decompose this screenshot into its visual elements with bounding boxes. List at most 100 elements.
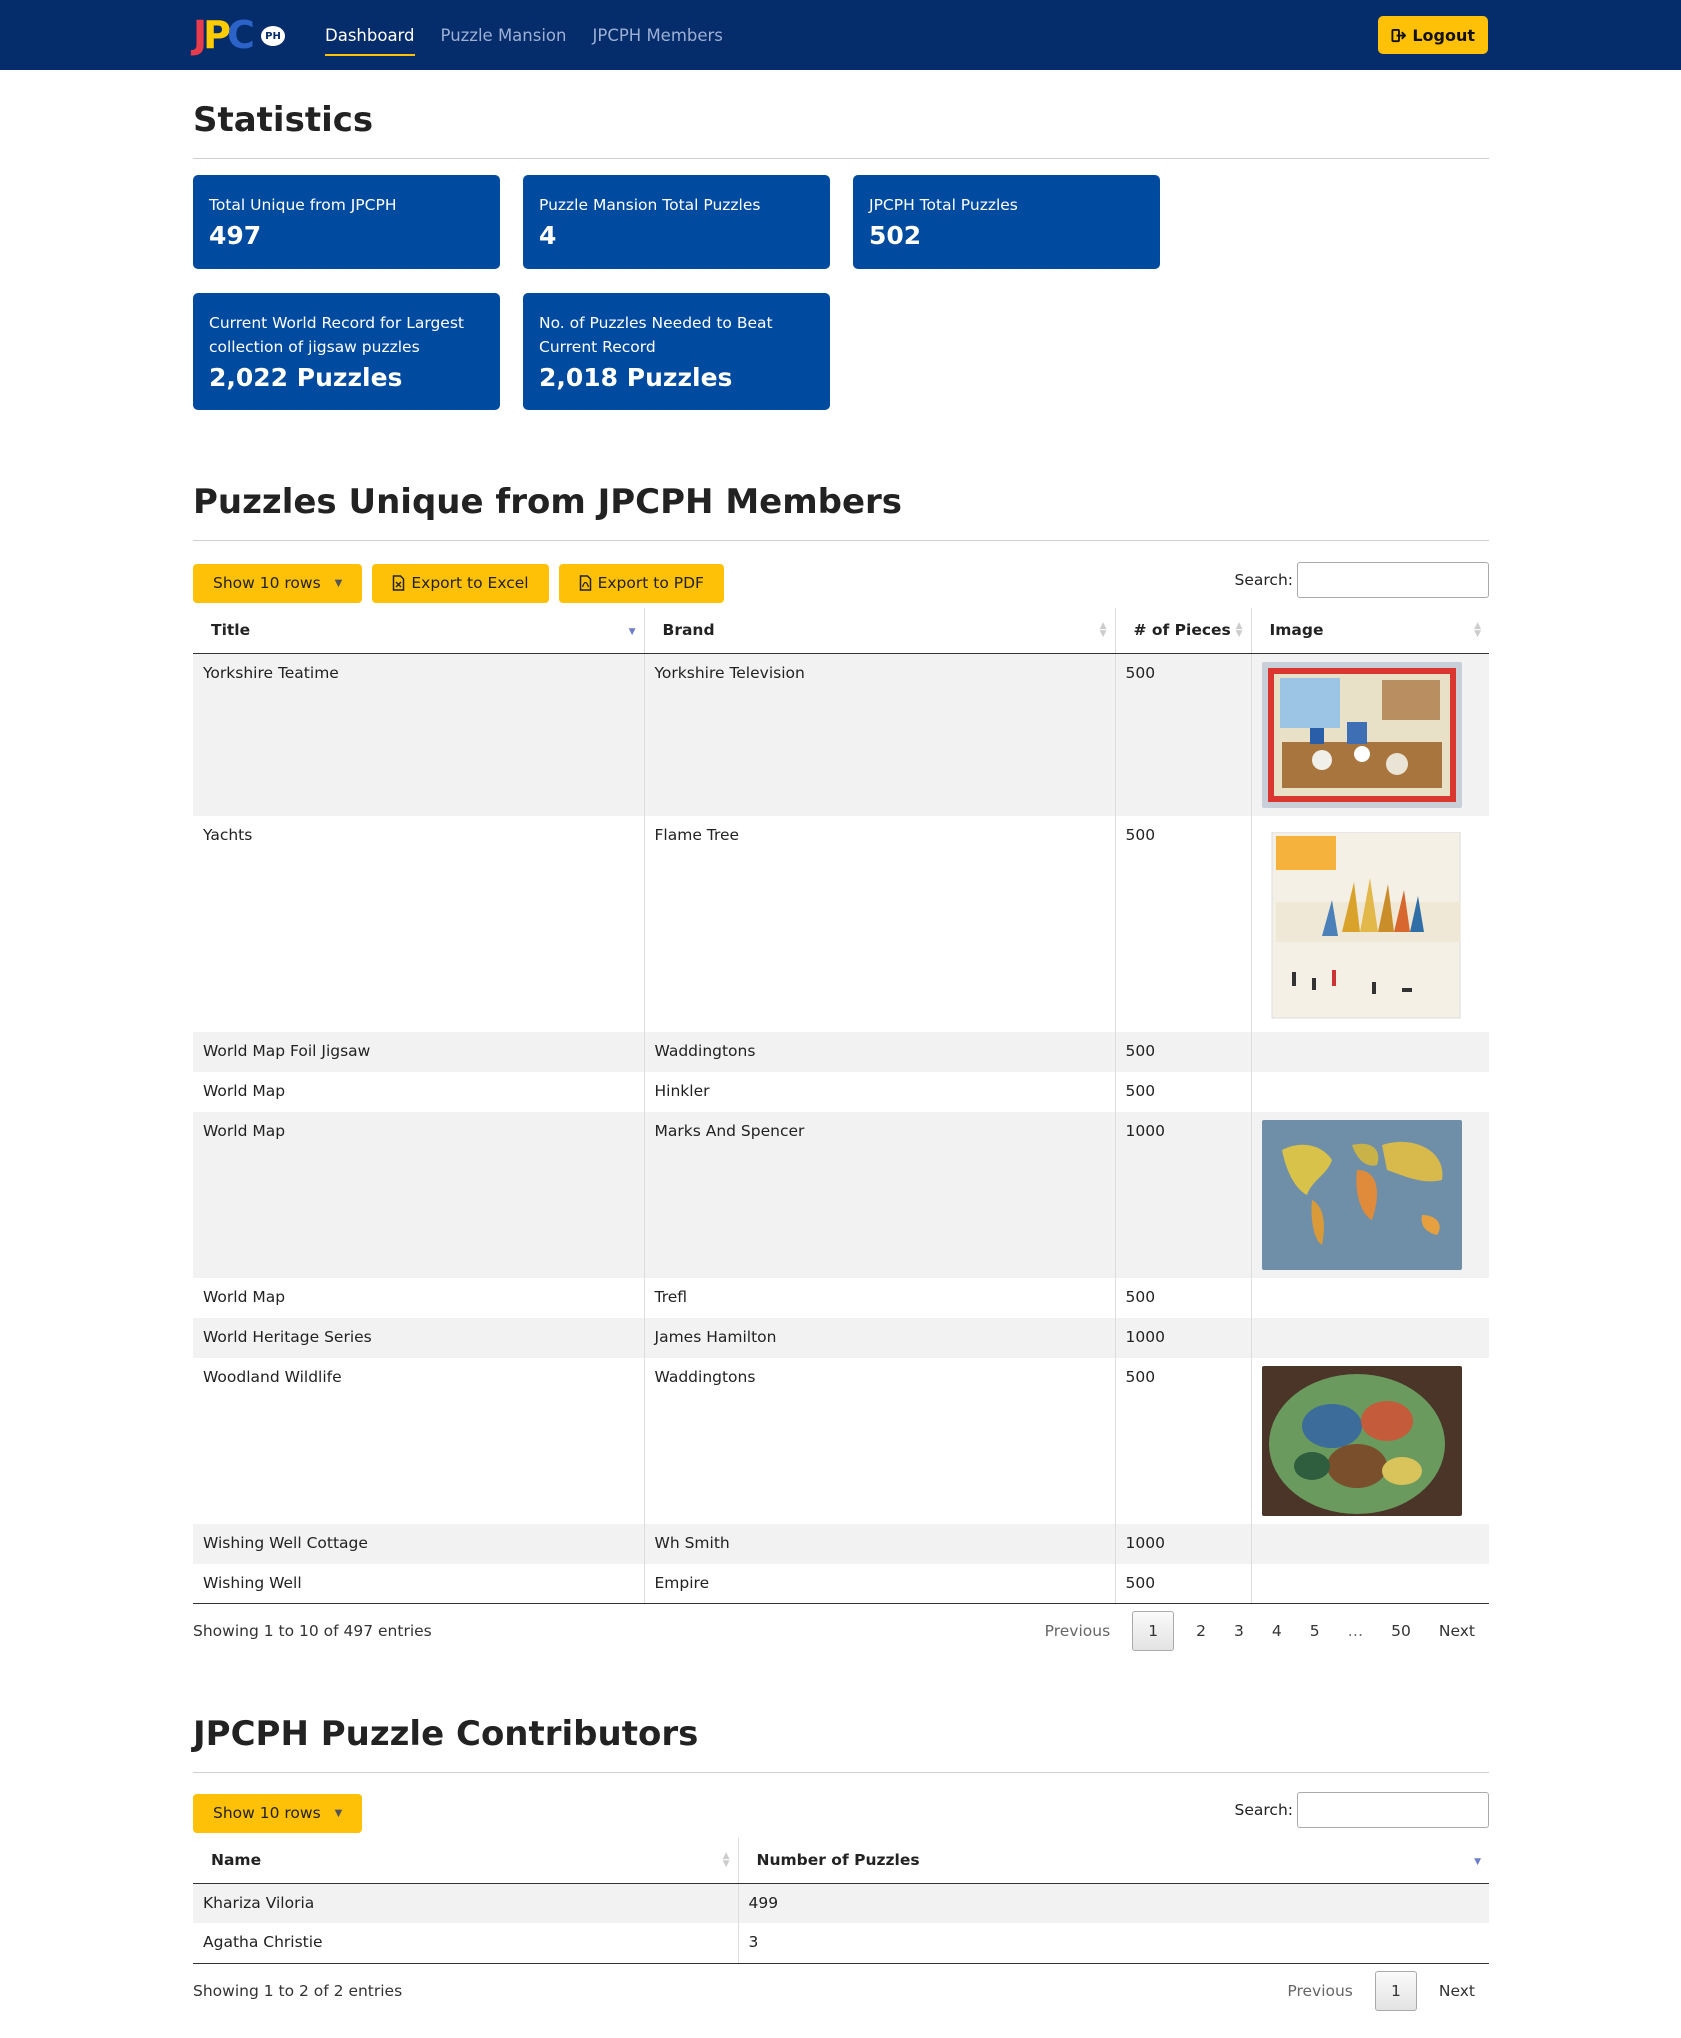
cell-pieces: 500 [1115,1357,1252,1524]
table-row[interactable]: Yorkshire Teatime Yorkshire Television 5… [193,653,1489,816]
jpcph-logo[interactable]: JPC PH [193,10,288,60]
table-row[interactable]: World Map Marks And Spencer 1000 [193,1111,1489,1278]
table-row[interactable]: World Map Foil Jigsaw Waddingtons 500 [193,1031,1489,1072]
world-map-puzzle-image[interactable] [1261,1119,1462,1270]
stat-value: 2,022 Puzzles [209,363,403,392]
page-button-4[interactable]: 4 [1258,1622,1296,1640]
page-button-2[interactable]: 2 [1182,1622,1220,1640]
col-brand[interactable]: Brand ▲ ▼ [644,608,1116,654]
next-page-button[interactable]: Next [1425,1622,1489,1640]
cell-pieces: 500 [1115,1031,1252,1072]
contributors-toolbar: Show 10 rows ▼ Search: [193,1790,1489,1836]
cell-image [1251,1111,1489,1278]
cell-brand: James Hamilton [644,1317,1116,1358]
cell-pieces: 500 [1115,1277,1252,1318]
show-rows-button[interactable]: Show 10 rows ▼ [193,1793,363,1833]
nav-jpcph-members[interactable]: JPCPH Members [580,0,736,70]
table-row[interactable]: World Heritage Series James Hamilton 100… [193,1317,1489,1358]
col-title[interactable]: Title ▼ [193,608,645,654]
contributors-table-footer: Showing 1 to 2 of 2 entries Previous 1 N… [193,1968,1489,2014]
export-excel-button[interactable]: Export to Excel [372,563,549,603]
nav-dashboard[interactable]: Dashboard [312,0,428,70]
cell-title: Wishing Well Cottage [193,1523,645,1564]
next-page-button[interactable]: Next [1425,1982,1489,2000]
show-rows-button[interactable]: Show 10 rows ▼ [193,563,363,603]
cell-pieces: 500 [1115,815,1252,1032]
table-row[interactable]: Agatha Christie 3 [193,1923,1489,1964]
table-row[interactable]: Khariza Viloria 499 [193,1883,1489,1923]
sign-out-icon [1391,28,1407,42]
stat-label: No. of Puzzles Needed to Beat Current Re… [539,314,773,356]
stat-card-puzzle-mansion: Puzzle Mansion Total Puzzles 4 [523,175,830,269]
cell-pieces: 1000 [1115,1111,1252,1278]
cell-pieces: 500 [1115,1563,1252,1604]
cell-brand: Waddingtons [644,1357,1116,1524]
stat-value: 2,018 Puzzles [539,363,733,392]
previous-page-button[interactable]: Previous [1273,1982,1367,2000]
stat-card-needed: No. of Puzzles Needed to Beat Current Re… [523,293,830,410]
pagination: Previous 1 2 3 4 5 … 50 Next [1031,1611,1489,1651]
table-row[interactable]: Wishing Well Empire 500 [193,1563,1489,1604]
sort-icon: ▲ ▼ [1235,621,1243,639]
logout-label: Logout [1412,25,1475,45]
cell-brand: Yorkshire Television [644,653,1116,816]
table-row[interactable]: World Map Hinkler 500 [193,1071,1489,1112]
nav-puzzle-mansion[interactable]: Puzzle Mansion [428,0,580,70]
cell-brand: Flame Tree [644,815,1116,1032]
sort-icon: ▲ ▼ [1474,621,1481,639]
stat-label: JPCPH Total Puzzles [869,196,1018,214]
cell-image [1251,1357,1489,1524]
col-pieces-label: # of Pieces [1133,621,1231,640]
divider [193,540,1489,541]
export-pdf-button[interactable]: Export to PDF [558,563,724,603]
cell-image [1251,1563,1489,1604]
cell-brand: Waddingtons [644,1031,1116,1072]
stat-card-total-unique: Total Unique from JPCPH 497 [193,175,500,269]
page-button-5[interactable]: 5 [1296,1622,1334,1640]
col-brand-label: Brand [662,621,715,640]
sort-icon: ▲ ▼ [1099,621,1107,639]
table-row[interactable]: World Map Trefl 500 [193,1277,1489,1318]
cell-image [1251,1523,1489,1564]
cell-image [1251,1071,1489,1112]
page-button-1[interactable]: 1 [1374,1970,1417,2011]
unique-puzzles-table: Title ▼ Brand ▲ ▼ # of Pieces ▲ ▼ Image ▲ ▼ [193,608,1489,1604]
cell-brand: Wh Smith [644,1523,1116,1564]
export-excel-label: Export to Excel [411,574,529,592]
table-row[interactable]: Wishing Well Cottage Wh Smith 1000 [193,1523,1489,1564]
cell-title: Yachts [193,815,645,1032]
sort-desc-icon: ▼ [1474,1857,1481,1867]
caret-down-icon: ▼ [334,577,343,589]
stat-label: Puzzle Mansion Total Puzzles [539,196,761,214]
col-number-of-puzzles[interactable]: Number of Puzzles ▼ [738,1838,1489,1884]
woodland-puzzle-image[interactable] [1261,1365,1462,1516]
stat-label: Total Unique from JPCPH [209,196,397,214]
logout-button[interactable]: Logout [1378,16,1488,54]
stat-value: 4 [539,221,557,250]
page-button-3[interactable]: 3 [1220,1622,1258,1640]
pagination: Previous 1 Next [1273,1970,1489,2011]
cell-title: Yorkshire Teatime [193,653,645,816]
contributors-title: JPCPH Puzzle Contributors [193,1714,699,1754]
unique-search: Search: [1235,562,1489,598]
col-image[interactable]: Image ▲ ▼ [1251,608,1489,654]
previous-page-button[interactable]: Previous [1031,1622,1125,1640]
sort-icon: ▲ ▼ [722,1851,730,1869]
yachts-puzzle-image[interactable] [1262,831,1462,1022]
col-pieces[interactable]: # of Pieces ▲ ▼ [1115,608,1252,654]
page-button-50[interactable]: 50 [1377,1622,1425,1640]
export-pdf-label: Export to PDF [597,574,704,592]
table-row[interactable]: Yachts Flame Tree 500 [193,815,1489,1032]
contributors-table: Name ▲ ▼ Number of Puzzles ▼ Khariza Vilo… [193,1838,1489,1964]
table-row[interactable]: Woodland Wildlife Waddingtons 500 [193,1357,1489,1524]
page-button-1[interactable]: 1 [1132,1611,1175,1651]
kitchen-puzzle-image[interactable] [1261,661,1462,808]
cell-title: World Map Foil Jigsaw [193,1031,645,1072]
unique-search-input[interactable] [1297,562,1489,598]
stat-value: 502 [869,221,922,250]
col-name[interactable]: Name ▲ ▼ [193,1838,739,1884]
cell-name: Khariza Viloria [193,1883,739,1923]
divider [193,1772,1489,1773]
sort-desc-icon: ▼ [628,627,636,637]
contributors-search-input[interactable] [1297,1792,1489,1828]
